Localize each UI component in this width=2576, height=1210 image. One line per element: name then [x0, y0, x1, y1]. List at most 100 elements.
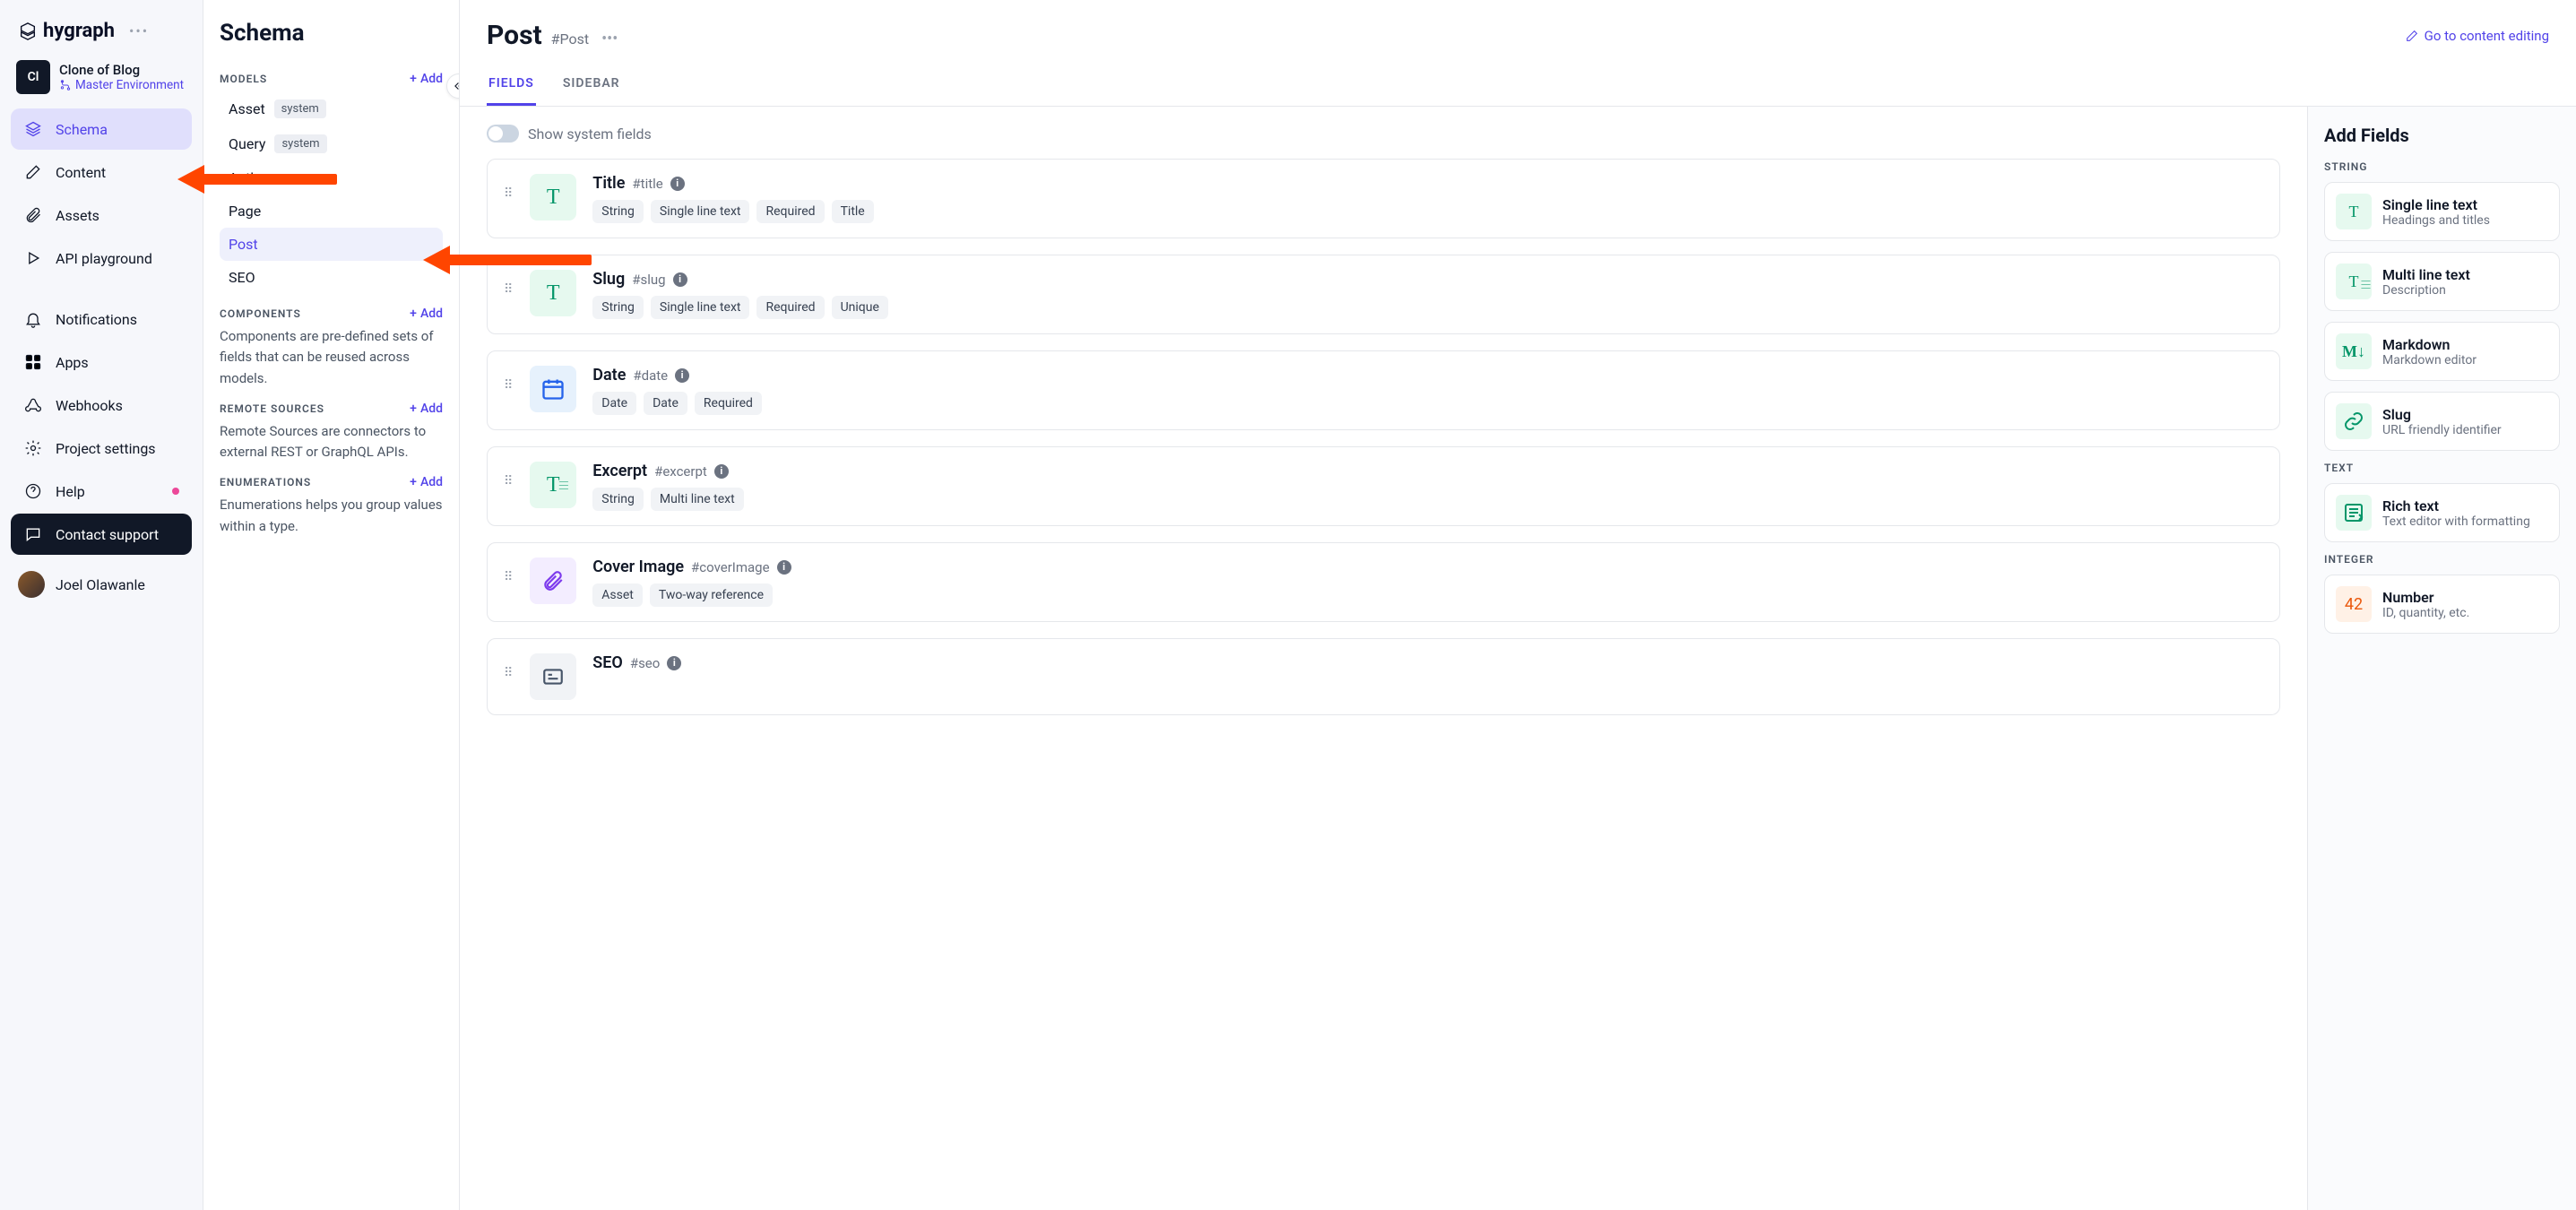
nav-apps[interactable]: Apps [11, 341, 192, 383]
model-menu-icon[interactable]: ••• [598, 30, 618, 48]
add-enumeration-button[interactable]: + Add [410, 475, 443, 489]
main-content: Post #Post ••• Go to content editing FIE… [460, 0, 2576, 1210]
model-api-id: #Post [551, 30, 589, 48]
add-model-button[interactable]: + Add [410, 72, 443, 86]
info-icon[interactable]: i [714, 464, 729, 479]
nav-schema[interactable]: Schema [11, 108, 192, 150]
primary-nav: Schema Content Assets API playground Not… [11, 108, 192, 555]
collapse-panel-button[interactable] [446, 73, 460, 99]
field-chip: Single line text [651, 200, 750, 223]
tab-sidebar[interactable]: SIDEBAR [561, 67, 622, 106]
bell-icon [23, 309, 43, 329]
components-help: Components are pre-defined sets of field… [220, 326, 443, 389]
nav-settings[interactable]: Project settings [11, 428, 192, 469]
help-icon [23, 481, 43, 501]
project-switcher[interactable]: Cl Clone of Blog Master Environment [11, 53, 192, 105]
brand-logo[interactable]: hygraph [18, 20, 115, 42]
brand-menu-icon[interactable]: ••• [124, 22, 149, 39]
field-api-id: #excerpt [654, 463, 707, 480]
field-name: Cover Image [592, 557, 684, 576]
field-name: Slug [592, 270, 625, 289]
field-type-markdown[interactable]: M↓MarkdownMarkdown editor [2324, 322, 2560, 381]
schema-panel: Schema MODELS + Add AssetsystemQuerysyst… [203, 0, 460, 1210]
info-icon[interactable]: i [670, 177, 685, 191]
field-cover-image[interactable]: ⠿Cover Image #coverImage iAssetTwo-way r… [487, 542, 2280, 622]
drag-handle-icon[interactable]: ⠿ [504, 282, 514, 297]
field-type-desc: ID, quantity, etc. [2382, 606, 2469, 620]
go-to-content-link[interactable]: Go to content editing [2405, 28, 2549, 44]
model-item-author[interactable]: Author [220, 161, 443, 194]
field-chip: Title [832, 200, 874, 223]
project-badge: Cl [16, 60, 50, 94]
nav-support[interactable]: Contact support [11, 514, 192, 555]
field-type-number[interactable]: 42 NumberID, quantity, etc. [2324, 575, 2560, 634]
field-name: Date [592, 366, 626, 385]
field-type-desc: URL friendly identifier [2382, 423, 2502, 437]
field-chip: Required [756, 200, 824, 223]
field-type-name: Slug [2382, 406, 2502, 423]
model-item-query[interactable]: Querysystem [220, 126, 443, 161]
field-chip: Unique [832, 296, 888, 319]
user-menu[interactable]: Joel Olawanle [11, 562, 192, 607]
drag-handle-icon[interactable]: ⠿ [504, 186, 514, 201]
field-type-single-line-text[interactable]: TSingle line textHeadings and titles [2324, 182, 2560, 241]
model-item-page[interactable]: Page [220, 194, 443, 228]
info-icon[interactable]: i [675, 368, 689, 383]
model-item-seo[interactable]: SEO [220, 261, 443, 294]
field-excerpt[interactable]: ⠿T———Excerpt #excerpt iStringMulti line … [487, 446, 2280, 526]
field-slug[interactable]: ⠿TSlug #slug iStringSingle line textRequ… [487, 255, 2280, 334]
info-icon[interactable]: i [673, 272, 687, 287]
grid-icon [23, 352, 43, 372]
field-chip: Two-way reference [650, 583, 773, 607]
model-title: Post [487, 20, 542, 51]
drag-handle-icon[interactable]: ⠿ [504, 666, 514, 680]
nav-notifications[interactable]: Notifications [11, 298, 192, 340]
remote-sources-section-label: REMOTE SOURCES [220, 402, 324, 415]
add-remote-source-button[interactable]: + Add [410, 402, 443, 416]
field-type-icon: T——— [2336, 264, 2372, 299]
field-title[interactable]: ⠿TTitle #title iStringSingle line textRe… [487, 159, 2280, 238]
nav-webhooks[interactable]: Webhooks [11, 385, 192, 426]
edit-icon [23, 162, 43, 182]
nav-assets[interactable]: Assets [11, 194, 192, 236]
layers-icon [23, 119, 43, 139]
drag-handle-icon[interactable]: ⠿ [504, 474, 514, 488]
field-chip: Multi line text [651, 488, 744, 511]
field-name: SEO [592, 653, 623, 672]
tab-fields[interactable]: FIELDS [487, 67, 536, 106]
field-seo[interactable]: ⠿SEO #seo i [487, 638, 2280, 715]
project-environment[interactable]: Master Environment [59, 78, 184, 92]
field-type-slug[interactable]: SlugURL friendly identifier [2324, 392, 2560, 451]
remote-sources-help: Remote Sources are connectors to externa… [220, 421, 443, 463]
drag-handle-icon[interactable]: ⠿ [504, 570, 514, 584]
field-type-name: Single line text [2382, 196, 2490, 213]
add-component-button[interactable]: + Add [410, 307, 443, 321]
field-type-icon: T [530, 270, 576, 316]
drag-handle-icon[interactable]: ⠿ [504, 378, 514, 393]
field-date[interactable]: ⠿Date #date iDateDateRequired [487, 350, 2280, 430]
nav-playground[interactable]: API playground [11, 238, 192, 279]
avatar [18, 571, 45, 598]
field-type-name: Number [2382, 589, 2469, 606]
field-type-icon: 42 [2336, 586, 2372, 622]
add-fields-title: Add Fields [2324, 125, 2560, 146]
field-type-desc: Description [2382, 283, 2470, 298]
model-item-asset[interactable]: Assetsystem [220, 91, 443, 126]
info-icon[interactable]: i [667, 656, 681, 670]
field-type-rich-text[interactable]: Rich textText editor with formatting [2324, 483, 2560, 542]
field-type-icon: T [530, 174, 576, 220]
play-icon [23, 248, 43, 268]
model-item-post[interactable]: Post [220, 228, 443, 261]
user-name: Joel Olawanle [56, 576, 145, 593]
show-system-fields-toggle[interactable] [487, 125, 519, 143]
info-icon[interactable]: i [777, 560, 791, 575]
nav-help[interactable]: Help [11, 471, 192, 512]
models-section-label: MODELS [220, 73, 267, 85]
field-chip: Single line text [651, 296, 750, 319]
field-type-desc: Headings and titles [2382, 213, 2490, 228]
chevron-double-left-icon [453, 80, 460, 92]
field-name: Title [592, 174, 625, 193]
nav-content[interactable]: Content [11, 151, 192, 193]
field-type-icon [530, 653, 576, 700]
field-type-multi-line-text[interactable]: T———Multi line textDescription [2324, 252, 2560, 311]
